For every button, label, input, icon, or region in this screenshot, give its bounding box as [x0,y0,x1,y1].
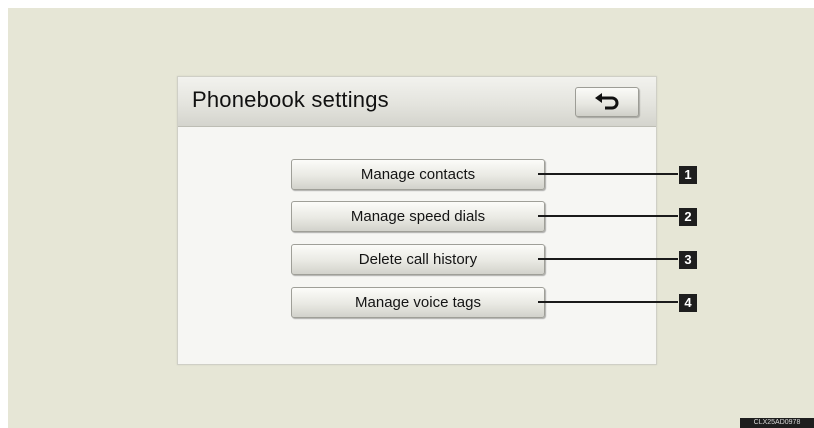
back-button[interactable] [575,87,639,117]
phonebook-settings-screen: Phonebook settings Manage contacts Manag… [177,76,657,365]
manage-contacts-button[interactable]: Manage contacts [291,159,545,190]
callout-line-1 [538,173,678,175]
callout-number-4: 4 [679,294,697,312]
page-title: Phonebook settings [192,87,389,112]
figure-code: CLX25AD0978 [740,418,814,428]
callout-number-3: 3 [679,251,697,269]
manage-voice-tags-button[interactable]: Manage voice tags [291,287,545,318]
title-bar: Phonebook settings [178,77,656,127]
callout-number-1: 1 [679,166,697,184]
callout-line-4 [538,301,678,303]
return-arrow-icon [595,93,619,110]
manage-speed-dials-button[interactable]: Manage speed dials [291,201,545,232]
callout-line-2 [538,215,678,217]
delete-call-history-button[interactable]: Delete call history [291,244,545,275]
callout-number-2: 2 [679,208,697,226]
callout-line-3 [538,258,678,260]
